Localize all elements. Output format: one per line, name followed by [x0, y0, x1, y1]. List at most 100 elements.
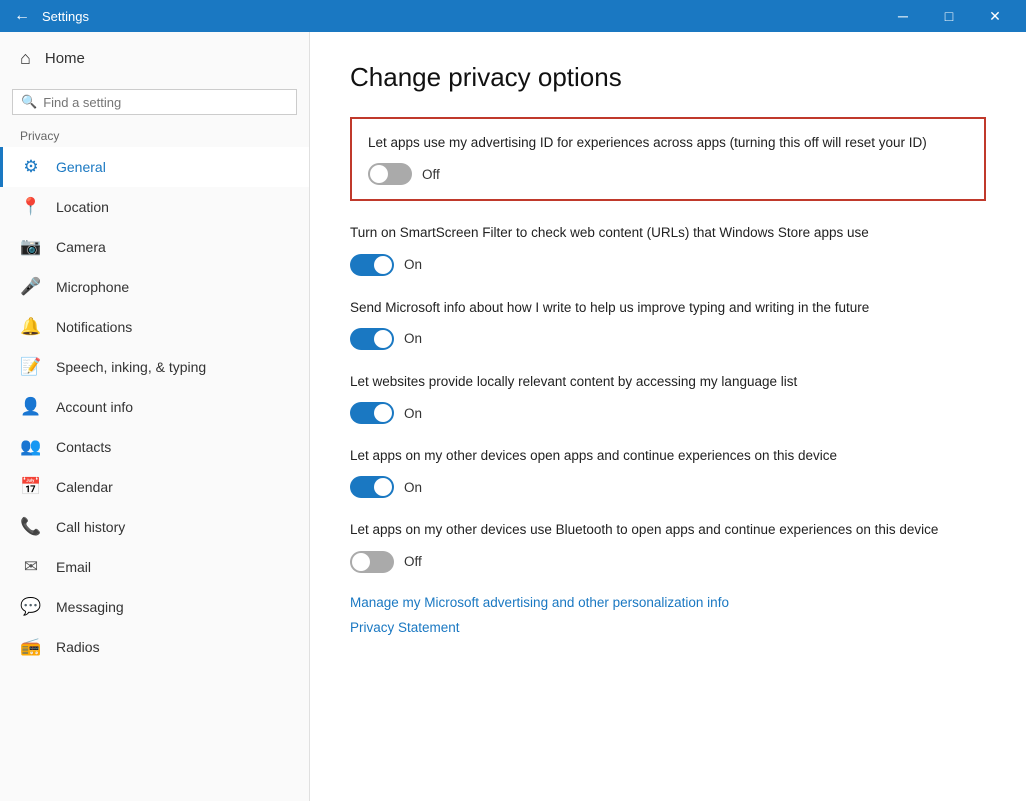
speech-icon: 📝: [20, 357, 42, 377]
notifications-icon: 🔔: [20, 317, 42, 337]
setting-block-bluetooth: Let apps on my other devices use Bluetoo…: [350, 520, 986, 572]
sidebar-item-calendar[interactable]: 📅 Calendar: [0, 467, 309, 507]
radios-icon: 📻: [20, 637, 42, 657]
setting-text-typing: Send Microsoft info about how I write to…: [350, 298, 986, 318]
sidebar-item-email[interactable]: ✉ Email: [0, 547, 309, 587]
location-icon: 📍: [20, 197, 42, 217]
toggle-row-language-list: On: [350, 402, 986, 424]
sidebar-item-location[interactable]: 📍 Location: [0, 187, 309, 227]
toggle-smartscreen[interactable]: [350, 254, 394, 276]
sidebar-item-label-contacts: Contacts: [56, 439, 111, 455]
setting-text-language-list: Let websites provide locally relevant co…: [350, 372, 986, 392]
minimize-button[interactable]: ─: [880, 0, 926, 32]
toggle-row-bluetooth: Off: [350, 551, 986, 573]
toggle-label-language-list: On: [404, 406, 422, 421]
nav-items: ⚙ General 📍 Location 📷 Camera 🎤 Micropho…: [0, 147, 309, 667]
toggle-label-bluetooth: Off: [404, 554, 422, 569]
sidebar-item-home[interactable]: ⌂ Home: [0, 32, 309, 85]
sidebar-item-label-microphone: Microphone: [56, 279, 129, 295]
sidebar-item-label-camera: Camera: [56, 239, 106, 255]
setting-text-advertising-id: Let apps use my advertising ID for exper…: [368, 133, 968, 153]
toggle-knob-advertising-id: [370, 165, 388, 183]
page-title: Change privacy options: [350, 62, 986, 93]
microphone-icon: 🎤: [20, 277, 42, 297]
sidebar-item-label-location: Location: [56, 199, 109, 215]
titlebar: ← Settings ─ □ ✕: [0, 0, 1026, 32]
sidebar-item-messaging[interactable]: 💬 Messaging: [0, 587, 309, 627]
toggle-other-devices[interactable]: [350, 476, 394, 498]
calendar-icon: 📅: [20, 477, 42, 497]
setting-text-bluetooth: Let apps on my other devices use Bluetoo…: [350, 520, 986, 540]
general-icon: ⚙: [20, 157, 42, 177]
search-icon: 🔍: [21, 94, 37, 110]
sidebar-item-camera[interactable]: 📷 Camera: [0, 227, 309, 267]
setting-block-language-list: Let websites provide locally relevant co…: [350, 372, 986, 424]
close-icon: ✕: [989, 8, 1001, 25]
setting-block-advertising-id: Let apps use my advertising ID for exper…: [350, 117, 986, 201]
maximize-button[interactable]: □: [926, 0, 972, 32]
sidebar-section-privacy: Privacy: [0, 123, 309, 147]
toggle-typing[interactable]: [350, 328, 394, 350]
back-button[interactable]: ←: [8, 2, 36, 30]
link-privacy-statement[interactable]: Privacy Statement: [350, 620, 986, 635]
app-title: Settings: [42, 9, 880, 24]
settings-list: Let apps use my advertising ID for exper…: [350, 117, 986, 573]
sidebar-item-label-account-info: Account info: [56, 399, 133, 415]
sidebar: ⌂ Home 🔍 Privacy ⚙ General 📍 Location 📷 …: [0, 32, 310, 801]
toggle-row-smartscreen: On: [350, 254, 986, 276]
toggle-knob-smartscreen: [374, 256, 392, 274]
close-button[interactable]: ✕: [972, 0, 1018, 32]
toggle-label-other-devices: On: [404, 480, 422, 495]
setting-text-other-devices: Let apps on my other devices open apps a…: [350, 446, 986, 466]
sidebar-item-label-radios: Radios: [56, 639, 100, 655]
toggle-label-advertising-id: Off: [422, 167, 440, 182]
sidebar-item-label-messaging: Messaging: [56, 599, 124, 615]
toggle-language-list[interactable]: [350, 402, 394, 424]
sidebar-item-notifications[interactable]: 🔔 Notifications: [0, 307, 309, 347]
sidebar-item-label-email: Email: [56, 559, 91, 575]
toggle-knob-typing: [374, 330, 392, 348]
sidebar-item-account-info[interactable]: 👤 Account info: [0, 387, 309, 427]
toggle-row-other-devices: On: [350, 476, 986, 498]
toggle-knob-language-list: [374, 404, 392, 422]
messaging-icon: 💬: [20, 597, 42, 617]
link-manage-advertising[interactable]: Manage my Microsoft advertising and othe…: [350, 595, 986, 610]
sidebar-item-general[interactable]: ⚙ General: [0, 147, 309, 187]
toggle-knob-other-devices: [374, 478, 392, 496]
setting-block-smartscreen: Turn on SmartScreen Filter to check web …: [350, 223, 986, 275]
sidebar-item-microphone[interactable]: 🎤 Microphone: [0, 267, 309, 307]
app-window: ⌂ Home 🔍 Privacy ⚙ General 📍 Location 📷 …: [0, 32, 1026, 801]
sidebar-item-label-general: General: [56, 159, 106, 175]
window-controls: ─ □ ✕: [880, 0, 1018, 32]
search-box: 🔍: [12, 89, 297, 115]
sidebar-item-label-notifications: Notifications: [56, 319, 132, 335]
sidebar-item-contacts[interactable]: 👥 Contacts: [0, 427, 309, 467]
sidebar-item-call-history[interactable]: 📞 Call history: [0, 507, 309, 547]
toggle-row-typing: On: [350, 328, 986, 350]
setting-block-other-devices: Let apps on my other devices open apps a…: [350, 446, 986, 498]
toggle-label-smartscreen: On: [404, 257, 422, 272]
setting-block-typing: Send Microsoft info about how I write to…: [350, 298, 986, 350]
sidebar-item-label-speech: Speech, inking, & typing: [56, 359, 206, 375]
maximize-icon: □: [945, 8, 953, 24]
toggle-bluetooth[interactable]: [350, 551, 394, 573]
toggle-label-typing: On: [404, 331, 422, 346]
sidebar-item-label-call-history: Call history: [56, 519, 125, 535]
setting-text-smartscreen: Turn on SmartScreen Filter to check web …: [350, 223, 986, 243]
home-icon: ⌂: [20, 48, 31, 69]
back-icon: ←: [14, 7, 30, 25]
links-list: Manage my Microsoft advertising and othe…: [350, 595, 986, 635]
search-input[interactable]: [43, 95, 288, 110]
home-label: Home: [45, 50, 85, 67]
email-icon: ✉: [20, 557, 42, 577]
toggle-advertising-id[interactable]: [368, 163, 412, 185]
sidebar-item-radios[interactable]: 📻 Radios: [0, 627, 309, 667]
sidebar-item-label-calendar: Calendar: [56, 479, 113, 495]
sidebar-item-speech[interactable]: 📝 Speech, inking, & typing: [0, 347, 309, 387]
call-history-icon: 📞: [20, 517, 42, 537]
toggle-row-advertising-id: Off: [368, 163, 968, 185]
account-info-icon: 👤: [20, 397, 42, 417]
contacts-icon: 👥: [20, 437, 42, 457]
camera-icon: 📷: [20, 237, 42, 257]
minimize-icon: ─: [898, 8, 908, 24]
